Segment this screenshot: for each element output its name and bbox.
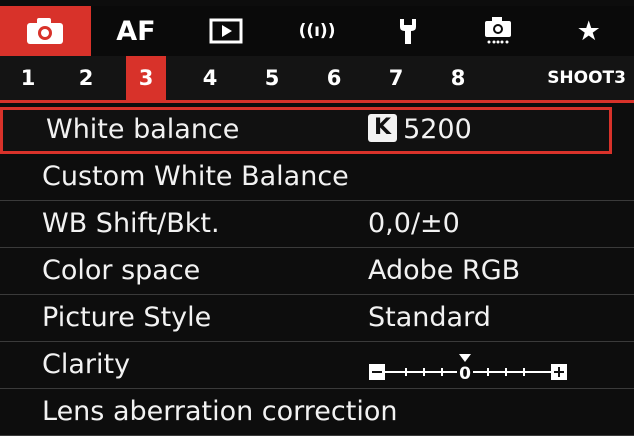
tab-playback[interactable]	[181, 6, 272, 56]
clarity-scale: 0	[369, 354, 567, 384]
kelvin-value: 5200	[403, 114, 472, 145]
tab-wireless[interactable]: ((ı))	[272, 6, 363, 56]
menu-item-label: Picture Style	[42, 302, 212, 333]
page-4[interactable]: 4	[190, 56, 230, 100]
menu-item-value: Adobe RGB	[368, 255, 521, 286]
menu-tab-name: SHOOT3	[547, 68, 626, 88]
wrench-icon	[399, 19, 416, 44]
menu-item-label: White balance	[46, 114, 240, 145]
tab-custom-functions[interactable]	[453, 6, 544, 56]
menu-item-label: Lens aberration correction	[42, 396, 398, 427]
play-icon	[209, 18, 243, 44]
page-7[interactable]: 7	[376, 56, 416, 100]
tab-shooting[interactable]	[0, 6, 91, 56]
menu-item-clarity[interactable]: Clarity 0	[0, 342, 634, 389]
menu-category-bar: AF ((ı)) ★	[0, 6, 634, 56]
page-1[interactable]: 1	[8, 56, 48, 100]
page-5[interactable]: 5	[252, 56, 292, 100]
clarity-level-marker	[459, 354, 471, 362]
page-number-bar: 1 2 3 4 5 6 7 8 SHOOT3	[0, 56, 634, 103]
menu-item-picture-style[interactable]: Picture Style Standard	[0, 295, 634, 342]
tab-af[interactable]: AF	[91, 6, 182, 56]
menu-item-value: K 5200	[368, 107, 472, 153]
wireless-icon: ((ı))	[298, 21, 336, 41]
tab-setup[interactable]	[362, 6, 453, 56]
menu-item-color-space[interactable]: Color space Adobe RGB	[0, 248, 634, 295]
tab-my-menu[interactable]: ★	[543, 6, 634, 56]
clarity-zero-label: 0	[459, 364, 471, 384]
menu-item-custom-white-balance[interactable]: Custom White Balance	[0, 154, 634, 201]
kelvin-badge: K	[368, 113, 398, 142]
menu-item-label: WB Shift/Bkt.	[42, 208, 220, 239]
page-8[interactable]: 8	[438, 56, 478, 100]
custom-camera-icon	[485, 17, 512, 44]
menu-item-white-balance[interactable]: White balance K 5200	[0, 107, 612, 154]
tab-af-label: AF	[116, 15, 156, 47]
menu-item-label: Custom White Balance	[42, 161, 349, 192]
page-3[interactable]: 3	[126, 56, 166, 100]
page-6[interactable]: 6	[314, 56, 354, 100]
menu-list: White balance K 5200 Custom White Balance…	[0, 103, 634, 436]
menu-item-value: 0,0/±0	[368, 208, 460, 239]
menu-item-label: Clarity	[42, 349, 131, 380]
menu-item-wb-shift[interactable]: WB Shift/Bkt. 0,0/±0	[0, 201, 634, 248]
menu-item-value: Standard	[368, 302, 491, 333]
menu-item-lens-aberration-correction[interactable]: Lens aberration correction	[0, 389, 634, 436]
camera-icon	[27, 18, 64, 44]
star-icon: ★	[576, 15, 601, 47]
page-2[interactable]: 2	[66, 56, 106, 100]
menu-item-label: Color space	[42, 255, 201, 286]
